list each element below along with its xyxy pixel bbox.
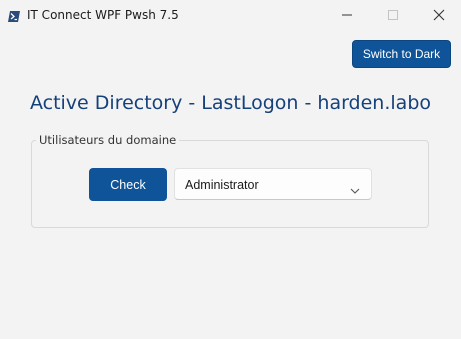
close-icon: [433, 9, 445, 21]
user-select[interactable]: Administrator: [174, 168, 372, 200]
minimize-icon: [342, 14, 352, 16]
check-button[interactable]: Check: [89, 168, 167, 201]
chevron-down-icon: [350, 181, 360, 199]
maximize-icon: [388, 10, 398, 20]
window-title: IT Connect WPF Pwsh 7.5: [27, 8, 179, 22]
title-bar[interactable]: IT Connect WPF Pwsh 7.5: [0, 0, 461, 30]
switch-theme-button[interactable]: Switch to Dark: [352, 40, 451, 68]
user-select-value: Administrator: [185, 178, 259, 192]
maximize-button[interactable]: [370, 0, 416, 30]
app-window: IT Connect WPF Pwsh 7.5 Switch to Dark A…: [0, 0, 461, 339]
minimize-button[interactable]: [324, 0, 370, 30]
page-title: Active Directory - LastLogon - harden.la…: [29, 92, 432, 114]
powershell-icon: [8, 9, 20, 22]
close-button[interactable]: [416, 0, 461, 30]
group-label: Utilisateurs du domaine: [36, 133, 180, 147]
